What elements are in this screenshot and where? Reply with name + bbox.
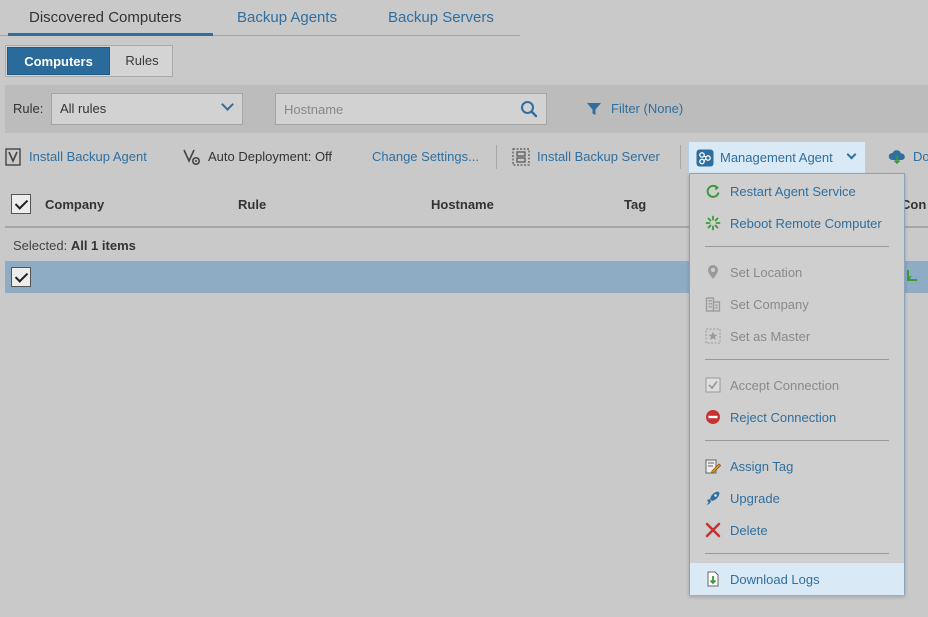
hostname-search-box xyxy=(275,93,547,125)
management-agent-icon xyxy=(696,149,714,167)
selected-prefix: Selected: xyxy=(13,238,68,253)
column-header-company[interactable]: Company xyxy=(45,197,104,212)
menu-item-set-as-master: Set as Master xyxy=(690,320,904,352)
auto-deployment-button[interactable]: Auto Deployment: Off xyxy=(183,146,343,168)
menu-item-download-logs[interactable]: Download Logs xyxy=(690,563,904,595)
star-icon xyxy=(705,328,721,344)
download-logs-icon xyxy=(707,571,719,587)
menu-item-assign-tag[interactable]: Assign Tag xyxy=(690,450,904,482)
toolbar-separator xyxy=(496,145,497,169)
search-icon[interactable] xyxy=(520,100,538,118)
menu-item-label: Set as Master xyxy=(730,329,811,344)
download-label-cutoff: Do xyxy=(913,149,928,164)
menu-item-label: Upgrade xyxy=(730,491,780,506)
rule-label: Rule: xyxy=(13,101,44,116)
menu-item-reject-connection[interactable]: Reject Connection xyxy=(690,401,904,433)
rules-toggle-button[interactable]: Rules xyxy=(111,46,173,76)
selection-summary: Selected: All 1 items xyxy=(13,238,136,253)
hostname-search-input[interactable] xyxy=(277,95,512,123)
menu-separator xyxy=(705,246,889,247)
funnel-icon xyxy=(587,103,601,115)
auto-deployment-label: Auto Deployment: Off xyxy=(208,149,333,164)
menu-separator xyxy=(705,553,889,554)
tab-backup-agents[interactable]: Backup Agents xyxy=(237,0,337,36)
menu-separator xyxy=(705,359,889,360)
install-backup-server-button[interactable]: Install Backup Server xyxy=(512,146,667,168)
menu-item-label: Download Logs xyxy=(730,572,820,587)
filter-label: Filter (None) xyxy=(611,101,684,116)
view-toggle: Computers Rules xyxy=(5,45,173,77)
restart-icon xyxy=(706,184,720,198)
column-header-tag[interactable]: Tag xyxy=(624,197,646,212)
install-backup-agent-button[interactable]: Install Backup Agent xyxy=(5,146,155,168)
auto-deploy-icon xyxy=(183,149,201,166)
upgrade-icon xyxy=(706,491,720,505)
change-settings-button[interactable]: Change Settings... xyxy=(372,146,484,168)
chevron-down-icon xyxy=(221,98,234,111)
install-agent-icon xyxy=(5,148,21,166)
menu-item-label: Accept Connection xyxy=(730,378,840,393)
rule-select-value: All rules xyxy=(60,101,107,116)
menu-item-label: Set Company xyxy=(730,297,809,312)
install-backup-server-label: Install Backup Server xyxy=(537,149,660,164)
column-header-rule[interactable]: Rule xyxy=(238,197,266,212)
select-all-checkbox[interactable] xyxy=(11,194,31,214)
management-agent-button[interactable]: Management Agent xyxy=(688,141,866,174)
building-icon xyxy=(705,297,721,312)
toolbar-separator xyxy=(680,145,681,169)
connection-status-icon xyxy=(907,270,917,281)
menu-item-label: Set Location xyxy=(730,265,803,280)
top-tab-bar: Discovered Computers Backup Agents Backu… xyxy=(0,0,520,36)
no-entry-icon xyxy=(706,410,720,424)
menu-item-set-company: Set Company xyxy=(690,288,904,320)
selected-count: All 1 items xyxy=(70,238,136,253)
menu-item-set-location: Set Location xyxy=(690,256,904,288)
menu-item-label: Assign Tag xyxy=(730,459,794,474)
menu-item-accept-connection: Accept Connection xyxy=(690,369,904,401)
tab-discovered-computers[interactable]: Discovered Computers xyxy=(29,0,182,36)
column-header-hostname[interactable]: Hostname xyxy=(431,197,494,212)
computers-toggle-button[interactable]: Computers xyxy=(7,47,110,75)
menu-item-label: Delete xyxy=(730,523,768,538)
active-tab-indicator xyxy=(8,33,213,36)
menu-item-label: Restart Agent Service xyxy=(730,184,856,199)
download-button-cutoff[interactable]: Do xyxy=(888,146,928,168)
menu-separator xyxy=(705,440,889,441)
row-checkbox[interactable] xyxy=(11,267,31,287)
management-agent-label: Management Agent xyxy=(720,150,833,165)
install-backup-agent-label: Install Backup Agent xyxy=(29,149,147,164)
cloud-download-icon xyxy=(888,150,905,165)
tag-edit-icon xyxy=(705,459,721,474)
rule-select[interactable]: All rules xyxy=(51,93,243,125)
menu-item-upgrade[interactable]: Upgrade xyxy=(690,482,904,514)
reboot-icon xyxy=(705,215,721,231)
management-agent-menu: Restart Agent Service Reboot Remote Comp… xyxy=(689,173,905,595)
change-settings-label: Change Settings... xyxy=(372,149,479,164)
location-pin-icon xyxy=(708,265,718,279)
chevron-down-icon xyxy=(846,149,857,160)
menu-item-reboot-remote-computer[interactable]: Reboot Remote Computer xyxy=(690,207,904,239)
install-server-icon xyxy=(512,148,530,166)
tab-backup-servers[interactable]: Backup Servers xyxy=(388,0,494,36)
menu-item-delete[interactable]: Delete xyxy=(690,514,904,546)
delete-x-icon xyxy=(705,522,721,538)
menu-item-restart-agent-service[interactable]: Restart Agent Service xyxy=(690,175,904,207)
menu-item-label: Reboot Remote Computer xyxy=(730,216,882,231)
checkbox-icon xyxy=(705,377,721,393)
menu-item-label: Reject Connection xyxy=(730,410,837,425)
